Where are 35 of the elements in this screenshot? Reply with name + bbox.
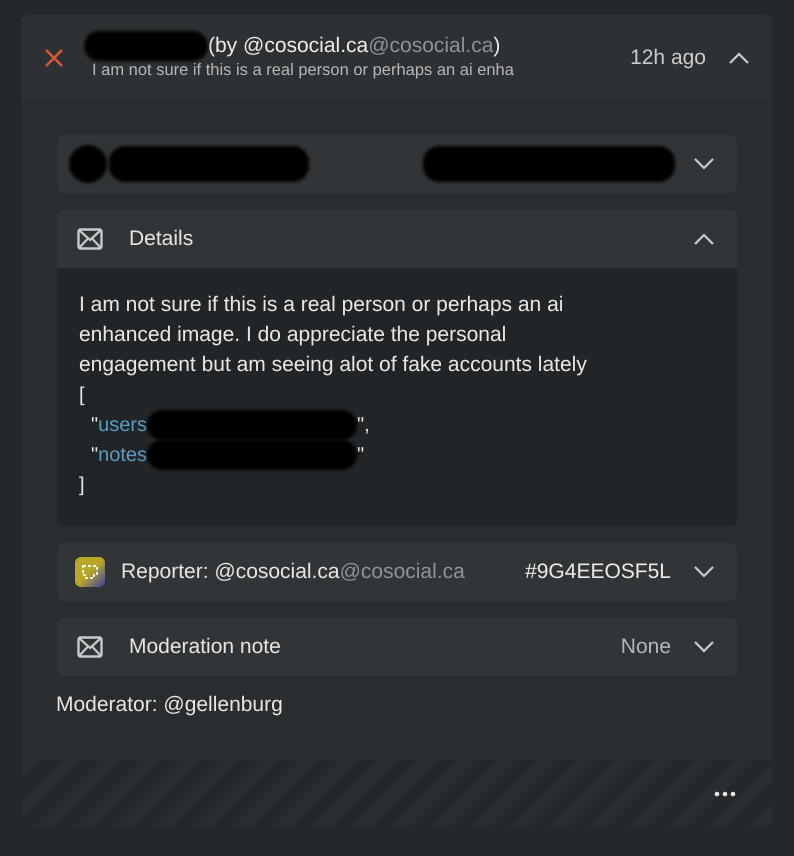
reporter-domain: @cosocial.ca [340, 560, 465, 584]
section-title: Moderation note [129, 635, 281, 659]
close-icon[interactable] [44, 48, 64, 68]
more-icon[interactable] [714, 791, 736, 797]
redaction-mark [69, 145, 107, 183]
report-id: #9G4EEOSF5L [525, 560, 671, 584]
chevron-up-icon[interactable] [728, 52, 750, 64]
report-summary: I am not sure if this is a real person or perhaps an ai enha [92, 61, 515, 80]
chevron-down-icon[interactable] [693, 566, 715, 578]
section-header[interactable]: Details [57, 210, 737, 268]
reporter-handle: Reporter: @cosocial.ca [121, 560, 340, 584]
section-header[interactable]: Reporter: @cosocial.ca@cosocial.ca #9G4EEOSF5L [57, 543, 737, 601]
code-text: ] [79, 473, 86, 498]
report-time: 12h ago [630, 46, 706, 70]
code-text: ", [357, 413, 370, 438]
chevron-up-icon[interactable] [693, 233, 715, 245]
code-text: " [91, 443, 98, 468]
note-value: None [620, 635, 671, 659]
author-domain: @cosocial.ca [368, 34, 494, 58]
chevron-down-icon[interactable] [693, 641, 715, 653]
code-key: users [98, 410, 148, 440]
moderator-label: Moderator: @gellenburg [56, 693, 284, 717]
code-text: " [91, 413, 98, 438]
closing-paren: ) [493, 34, 500, 58]
avatar-icon [75, 557, 105, 587]
section-header[interactable]: Moderation note None [57, 618, 737, 676]
report-comment: I am not sure if this is a real person or perhaps an ai enhanced image. I do appreciate the personal engagement but am seeing alot of fake accounts lately [79, 292, 588, 378]
code-text: " [357, 443, 364, 468]
envelope-icon [77, 636, 103, 658]
author-handle: (by @cosocial.ca [208, 34, 368, 58]
code-text: [ [79, 383, 86, 408]
code-key: notes [98, 440, 148, 470]
chevron-down-icon[interactable] [693, 158, 715, 170]
envelope-icon [77, 228, 103, 250]
section-title: Details [129, 227, 194, 251]
